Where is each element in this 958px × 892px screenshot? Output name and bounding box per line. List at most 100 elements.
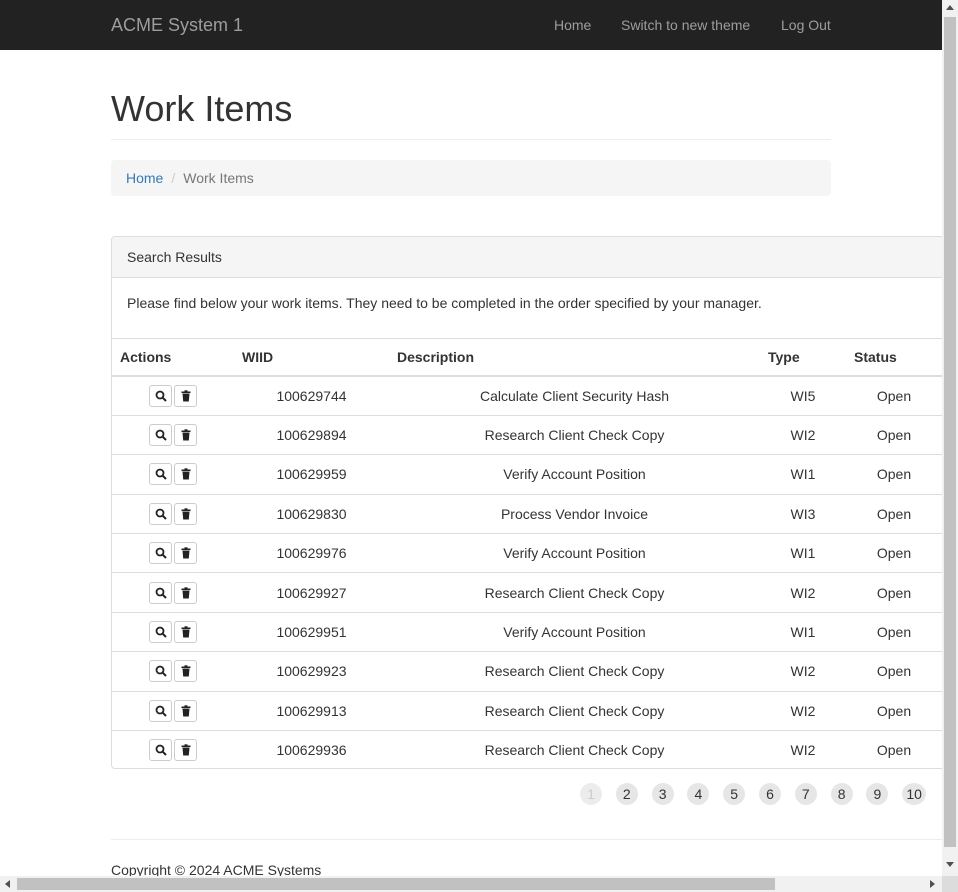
page-link-3[interactable]: 3 [651,783,674,805]
page-link-10[interactable]: 10 [902,783,927,805]
cell-wiid: 100629951 [234,611,389,652]
view-button[interactable] [149,621,172,644]
cell-status: Open [846,572,942,613]
vertical-scroll-thumb[interactable] [944,17,956,847]
page-link-4[interactable]: 4 [687,783,710,805]
view-button[interactable] [149,463,172,486]
table-row: 100629976 Verify Account Position WI1 Open [112,533,942,573]
cell-description: Research Client Check Copy [389,414,760,455]
header-status[interactable]: Status [846,339,942,377]
brand-link[interactable]: ACME System 1 [111,15,243,36]
cell-description: Research Client Check Copy [389,651,760,692]
scroll-down-icon[interactable] [946,862,954,867]
cell-description: Calculate Client Security Hash [479,387,670,404]
page-link-8[interactable]: 8 [830,783,853,805]
cell-type: WI3 [760,493,846,534]
header-type[interactable]: Type [760,339,846,377]
view-button[interactable] [149,502,172,525]
cell-wiid: 100629830 [234,493,389,534]
delete-button[interactable] [174,581,197,604]
page-link-6[interactable]: 6 [759,783,781,805]
cell-type: WI2 [760,690,846,731]
breadcrumb-home-link[interactable]: Home [126,170,163,186]
cell-status: Open [846,690,942,731]
view-button[interactable] [149,660,172,683]
nav-logout-link[interactable]: Log Out [781,17,831,33]
view-button[interactable] [149,699,172,722]
table-row: 100629923 Research Client Check Copy WI2 Op… [112,651,942,692]
view-button[interactable] [149,542,172,565]
horizontal-scrollbar[interactable] [0,876,942,892]
cell-wiid: 100629923 [234,651,389,692]
page-link-9[interactable]: 9 [866,783,889,805]
view-button[interactable] [149,424,172,447]
page-link-5[interactable]: 5 [723,783,746,805]
horizontal-scroll-thumb[interactable] [17,878,775,890]
cell-type: WI2 [760,572,846,613]
row-actions [112,611,234,652]
cell-wiid: 100629744 [276,387,347,404]
cell-wiid: 100629976 [234,533,389,573]
nav-home-link[interactable]: Home [554,17,591,33]
cell-status: Open [846,730,942,768]
nav-switch-theme-link[interactable]: Switch to new theme [621,17,750,33]
page-link-7[interactable]: 7 [794,783,817,805]
breadcrumb: Home / Work Items [111,160,831,196]
page-title: Work Items [111,88,293,129]
breadcrumb-separator: / [171,170,176,186]
row-actions [112,493,234,534]
panel-body-text: Please find below your work items. They … [112,278,958,339]
delete-button[interactable] [174,502,197,525]
view-button[interactable] [149,384,172,407]
delete-button[interactable] [174,699,197,722]
delete-button[interactable] [174,384,197,407]
header-description[interactable]: Description [389,339,760,377]
cell-description: Process Vendor Invoice [389,493,760,534]
delete-button[interactable] [174,739,197,762]
table-row: 100629913 Research Client Check Copy WI2 Op… [112,690,942,731]
scroll-right-icon[interactable] [930,880,935,888]
cell-type: WI5 [790,387,816,404]
table-row: 100629894 Research Client Check Copy WI2 Op… [112,414,942,455]
table-row: 100629744 Calculate Client Security Hash W… [112,376,942,415]
delete-button[interactable] [174,463,197,486]
cell-status: Open [846,414,942,455]
search-results-panel: Search Results Please find below your wo… [111,236,958,769]
row-actions [112,533,234,573]
cell-status: Open [846,651,942,692]
vertical-scrollbar[interactable] [942,0,958,876]
cell-status: Open [846,454,942,495]
cell-wiid: 100629936 [234,730,389,768]
title-divider [111,139,831,140]
cell-type: WI1 [760,611,846,652]
cell-status: Open [846,493,942,534]
cell-type: WI2 [760,651,846,692]
cell-wiid: 100629913 [234,690,389,731]
cell-status: Open [846,533,942,573]
footer-divider [111,839,942,840]
view-button[interactable] [149,581,172,604]
panel-heading: Search Results [112,237,958,278]
header-actions: Actions [112,339,234,377]
row-actions [112,414,234,455]
cell-description: Research Client Check Copy [389,572,760,613]
page-link-2[interactable]: 2 [615,783,638,805]
row-actions [112,376,234,415]
scrollbar-corner [942,876,958,892]
cell-type: WI1 [760,533,846,573]
view-button[interactable] [149,739,172,762]
scroll-left-icon[interactable] [5,880,10,888]
breadcrumb-current: Work Items [183,170,254,186]
scroll-up-icon[interactable] [946,5,954,10]
row-actions [112,454,234,495]
delete-button[interactable] [174,621,197,644]
header-wiid[interactable]: WIID [234,339,389,377]
cell-description: Research Client Check Copy [389,730,760,768]
table-row: 100629830 Process Vendor Invoice WI3 Open [112,493,942,534]
delete-button[interactable] [174,660,197,683]
table-row: 100629927 Research Client Check Copy WI2 Op… [112,572,942,613]
page-link-1[interactable]: 1 [580,783,602,805]
delete-button[interactable] [174,542,197,565]
delete-button[interactable] [174,424,197,447]
table-header-row: Actions WIID Description Type Status [112,339,942,377]
